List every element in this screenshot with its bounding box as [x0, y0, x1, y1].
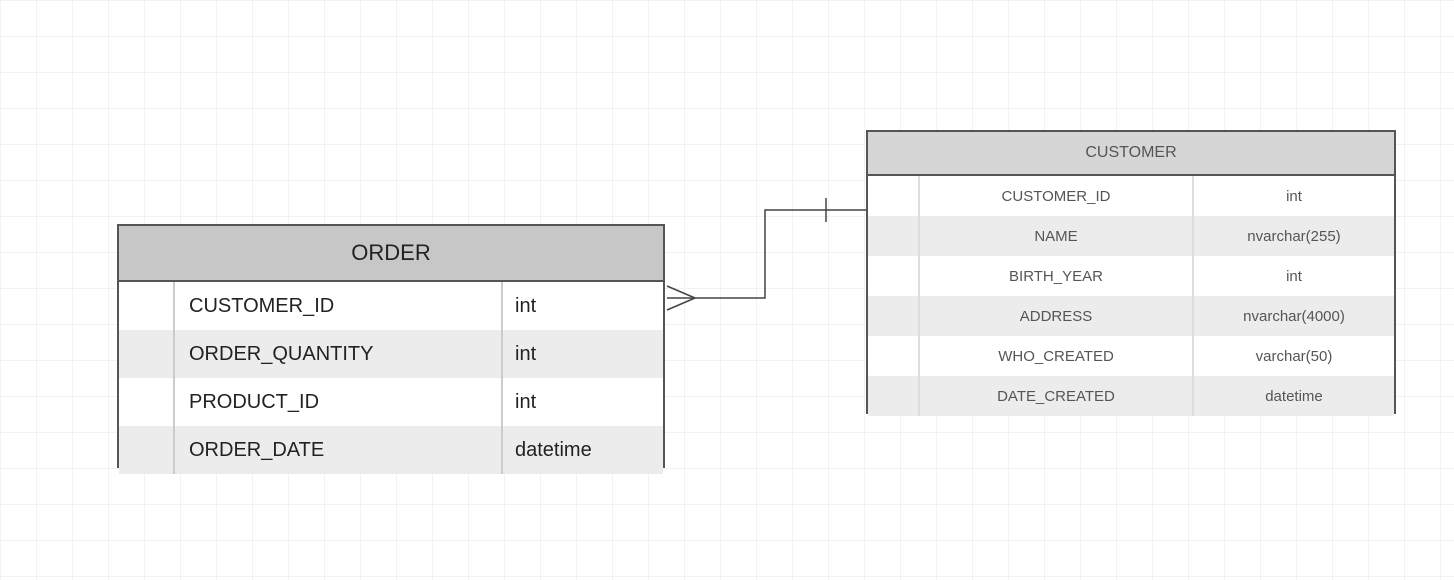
column-type: int — [503, 330, 663, 378]
table-row[interactable]: NAME nvarchar(255) — [868, 216, 1394, 256]
column-type: int — [1194, 256, 1394, 296]
entity-order[interactable]: ORDER CUSTOMER_ID int ORDER_QUANTITY int… — [117, 224, 665, 468]
entity-customer-rows: CUSTOMER_ID int NAME nvarchar(255) BIRTH… — [868, 176, 1394, 416]
table-row[interactable]: CUSTOMER_ID int — [868, 176, 1394, 216]
entity-order-rows: CUSTOMER_ID int ORDER_QUANTITY int PRODU… — [119, 282, 663, 474]
column-type: datetime — [1194, 376, 1394, 416]
key-marker — [119, 426, 175, 474]
column-name: BIRTH_YEAR — [920, 256, 1194, 296]
column-name: WHO_CREATED — [920, 336, 1194, 376]
table-row[interactable]: CUSTOMER_ID int — [119, 282, 663, 330]
key-marker — [868, 376, 920, 416]
entity-customer[interactable]: CUSTOMER CUSTOMER_ID int NAME nvarchar(2… — [866, 130, 1396, 414]
column-name: NAME — [920, 216, 1194, 256]
column-type: nvarchar(4000) — [1194, 296, 1394, 336]
table-row[interactable]: BIRTH_YEAR int — [868, 256, 1394, 296]
entity-customer-title: CUSTOMER — [868, 132, 1394, 176]
table-row[interactable]: ORDER_DATE datetime — [119, 426, 663, 474]
key-marker — [119, 330, 175, 378]
column-type: int — [503, 378, 663, 426]
column-name: DATE_CREATED — [920, 376, 1194, 416]
column-type: int — [503, 282, 663, 330]
key-marker — [868, 216, 920, 256]
table-row[interactable]: DATE_CREATED datetime — [868, 376, 1394, 416]
table-row[interactable]: ORDER_QUANTITY int — [119, 330, 663, 378]
key-marker — [868, 296, 920, 336]
column-type: datetime — [503, 426, 663, 474]
table-row[interactable]: ADDRESS nvarchar(4000) — [868, 296, 1394, 336]
table-row[interactable]: WHO_CREATED varchar(50) — [868, 336, 1394, 376]
column-name: ADDRESS — [920, 296, 1194, 336]
entity-order-title: ORDER — [119, 226, 663, 282]
column-type: varchar(50) — [1194, 336, 1394, 376]
column-name: CUSTOMER_ID — [920, 176, 1194, 216]
key-marker — [119, 378, 175, 426]
column-name: ORDER_DATE — [175, 426, 503, 474]
column-type: nvarchar(255) — [1194, 216, 1394, 256]
key-marker — [868, 256, 920, 296]
column-name: ORDER_QUANTITY — [175, 330, 503, 378]
column-name: CUSTOMER_ID — [175, 282, 503, 330]
key-marker — [119, 282, 175, 330]
table-row[interactable]: PRODUCT_ID int — [119, 378, 663, 426]
key-marker — [868, 336, 920, 376]
key-marker — [868, 176, 920, 216]
column-type: int — [1194, 176, 1394, 216]
column-name: PRODUCT_ID — [175, 378, 503, 426]
